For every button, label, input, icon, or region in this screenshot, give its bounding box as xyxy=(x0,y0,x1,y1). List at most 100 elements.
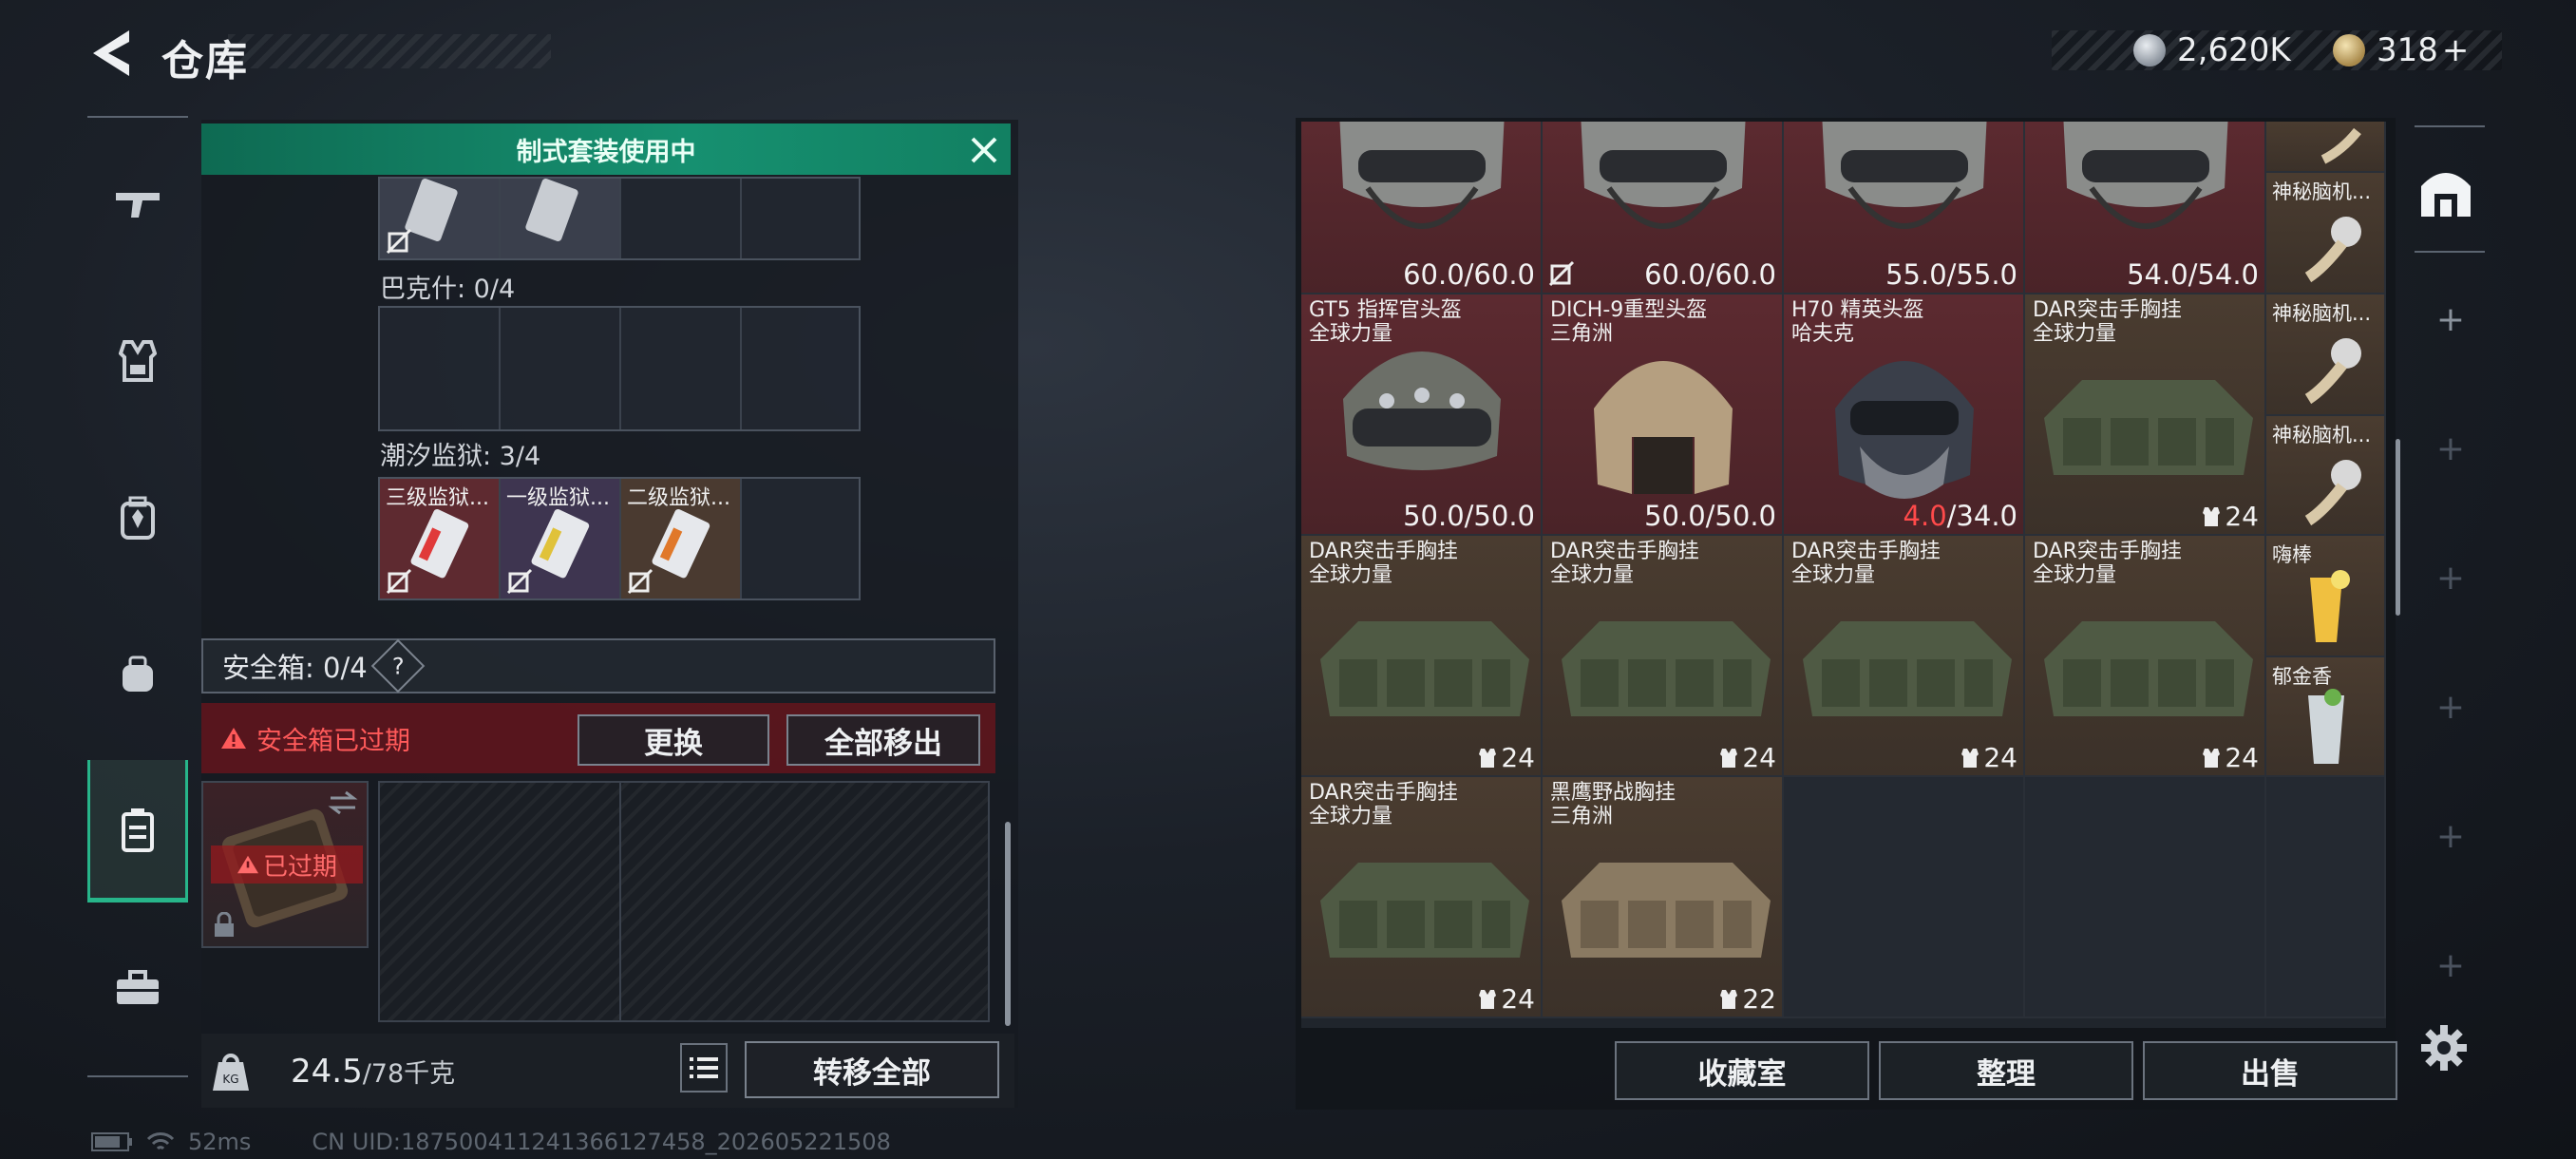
nav-pouch[interactable] xyxy=(87,603,188,746)
bakshi-key-grid[interactable] xyxy=(378,306,861,431)
stash-item[interactable]: DAR突击手胸挂 全球力量 24 xyxy=(1543,536,1784,777)
item-name: DAR突击手胸挂 全球力量 xyxy=(1309,781,1458,828)
stash-item[interactable]: 神秘脑机... xyxy=(2266,294,2386,416)
gear-icon[interactable] xyxy=(2420,1024,2468,1072)
right-scrollbar[interactable] xyxy=(2396,439,2400,616)
add-stash-page-icon: + xyxy=(2435,428,2466,468)
stash-item[interactable]: 神秘脑机... xyxy=(2266,173,2386,294)
pouch-icon xyxy=(119,656,157,694)
item-name: DAR突击手胸挂 全球力量 xyxy=(2033,540,2182,587)
prison-key-item[interactable]: 三级监狱... xyxy=(380,479,499,598)
add-stash-page-icon: + xyxy=(2435,687,2466,727)
rifle-icon xyxy=(114,185,161,223)
nav-case[interactable] xyxy=(87,760,188,902)
rail-divider xyxy=(2415,251,2485,253)
back-arrow-icon[interactable] xyxy=(87,27,135,80)
safe-case-header: 安全箱: 0/4 ? xyxy=(201,638,995,694)
ping-text: 52ms xyxy=(188,1129,252,1155)
stash-item[interactable]: 郁金香 xyxy=(2266,657,2386,777)
no-insure-icon xyxy=(386,568,412,595)
prison-key-item[interactable]: 一级监狱... xyxy=(501,479,619,598)
replace-button[interactable]: 更换 xyxy=(578,714,769,766)
stash-item[interactable]: 黑鹰野战胸挂 三角洲 22 xyxy=(1543,777,1784,1018)
vault-button[interactable]: 收藏室 xyxy=(1615,1041,1869,1100)
stash-item[interactable]: H70 精英头盔 哈夫克 4.0/34.0 xyxy=(1784,294,2025,536)
capacity: 24 xyxy=(2202,742,2259,773)
empty-slot[interactable] xyxy=(2025,777,2266,1018)
stash-item[interactable]: DAR突击手胸挂 全球力量 24 xyxy=(1301,777,1543,1018)
item-name: DAR突击手胸挂 全球力量 xyxy=(2033,298,2182,346)
warning-icon xyxy=(220,726,247,750)
stash-item[interactable]: 60.0/60.0 xyxy=(1543,122,1784,294)
gold-coin-icon xyxy=(2333,34,2365,66)
stash-item[interactable]: DAR突击手胸挂 全球力量 24 xyxy=(2025,294,2266,536)
capacity: 24 xyxy=(1960,742,2017,773)
vest-icon xyxy=(1478,748,1497,769)
stash-item[interactable]: GT5 指挥官头盔 全球力量 50.0/50.0 xyxy=(1301,294,1543,536)
silver-currency[interactable]: 2,620K xyxy=(2133,30,2291,70)
empty-slot[interactable] xyxy=(1784,777,2025,1018)
stash-item[interactable]: 嗨棒 xyxy=(2266,536,2386,657)
move-all-out-button[interactable]: 全部移出 xyxy=(786,714,980,766)
stash-page-icon[interactable] xyxy=(2417,165,2474,218)
vest-icon xyxy=(119,340,157,382)
expired-badge: 已过期 xyxy=(211,846,363,884)
sell-button[interactable]: 出售 xyxy=(2143,1041,2397,1100)
sort-button[interactable]: 整理 xyxy=(1879,1041,2133,1100)
item-name: DAR突击手胸挂 全球力量 xyxy=(1309,540,1458,587)
status-bar: 52ms CN UID:18750041124136612​7458_20260… xyxy=(91,1129,891,1155)
transfer-all-button[interactable]: 转移全部 xyxy=(745,1041,999,1098)
battery-icon xyxy=(91,1131,133,1152)
help-icon[interactable]: ? xyxy=(370,638,425,694)
safe-case-label: 安全箱: 0/4 xyxy=(222,652,368,684)
close-icon[interactable] xyxy=(965,131,1003,169)
stash-item[interactable]: DAR突击手胸挂 全球力量 24 xyxy=(2025,536,2266,777)
item-name: 一级监狱... xyxy=(506,486,610,510)
key-grid-top xyxy=(378,177,861,260)
toolbox-icon xyxy=(115,970,161,1006)
key-item[interactable] xyxy=(380,179,499,258)
durability: 50.0/50.0 xyxy=(1403,500,1535,532)
add-stash-page-icon[interactable]: + xyxy=(2432,300,2470,339)
durability: 54.0/54.0 xyxy=(2127,258,2259,291)
nav-divider xyxy=(87,116,188,118)
durability: 4.0/34.0 xyxy=(1903,500,2017,532)
case-icon xyxy=(121,807,155,852)
vest-icon xyxy=(2202,506,2221,527)
key-item[interactable] xyxy=(501,179,619,258)
prison-key-item[interactable]: 二级监狱... xyxy=(621,479,740,598)
stash-item[interactable]: DICH-9重型头盔 三角洲 50.0/50.0 xyxy=(1543,294,1784,536)
left-scrollbar[interactable] xyxy=(1005,822,1011,1026)
stash-item[interactable]: 60.0/60.0 xyxy=(1301,122,1543,294)
nav-armor[interactable] xyxy=(87,290,188,432)
swap-icon[interactable] xyxy=(327,788,359,817)
loadout-banner: 制式套装使用中 xyxy=(201,124,1011,175)
weight-icon: KG xyxy=(211,1045,251,1092)
stash-item[interactable]: DAR突击手胸挂 全球力量 24 xyxy=(1784,536,2025,777)
item-name: 三级监狱... xyxy=(386,486,489,510)
capacity: 24 xyxy=(2202,501,2259,532)
durability: 60.0/60.0 xyxy=(1403,258,1535,291)
stash-item[interactable]: 神秘脑机... xyxy=(2266,416,2386,536)
stash-grid: 60.0/60.0 60.0/60.0 55.0/55.0 54.0/54.0 … xyxy=(1301,122,2386,1028)
nav-toolbox[interactable] xyxy=(87,917,188,1059)
item-name: 嗨棒 xyxy=(2272,543,2312,566)
stash-item[interactable] xyxy=(2266,122,2386,173)
warning-text: 安全箱已过期 xyxy=(256,726,410,756)
weight-current: 24.5 xyxy=(291,1053,363,1091)
weight-max: /78千克 xyxy=(362,1059,456,1089)
vest-icon xyxy=(1478,989,1497,1010)
stash-item[interactable]: DAR突击手胸挂 全球力量 24 xyxy=(1301,536,1543,777)
gold-currency[interactable]: 318 + xyxy=(2333,30,2469,70)
stash-item[interactable]: 55.0/55.0 xyxy=(1784,122,2025,294)
empty-slot[interactable] xyxy=(2266,777,2386,1018)
nav-backpack[interactable] xyxy=(87,446,188,589)
no-insure-icon xyxy=(1548,260,1575,287)
add-gold-button[interactable]: + xyxy=(2442,31,2470,69)
stash-item[interactable]: 54.0/54.0 xyxy=(2025,122,2266,294)
vest-icon xyxy=(2202,748,2221,769)
list-view-button[interactable] xyxy=(680,1043,728,1092)
nav-weapon[interactable] xyxy=(87,133,188,276)
item-name: DAR突击手胸挂 全球力量 xyxy=(1791,540,1941,587)
rail-divider xyxy=(2415,125,2485,127)
